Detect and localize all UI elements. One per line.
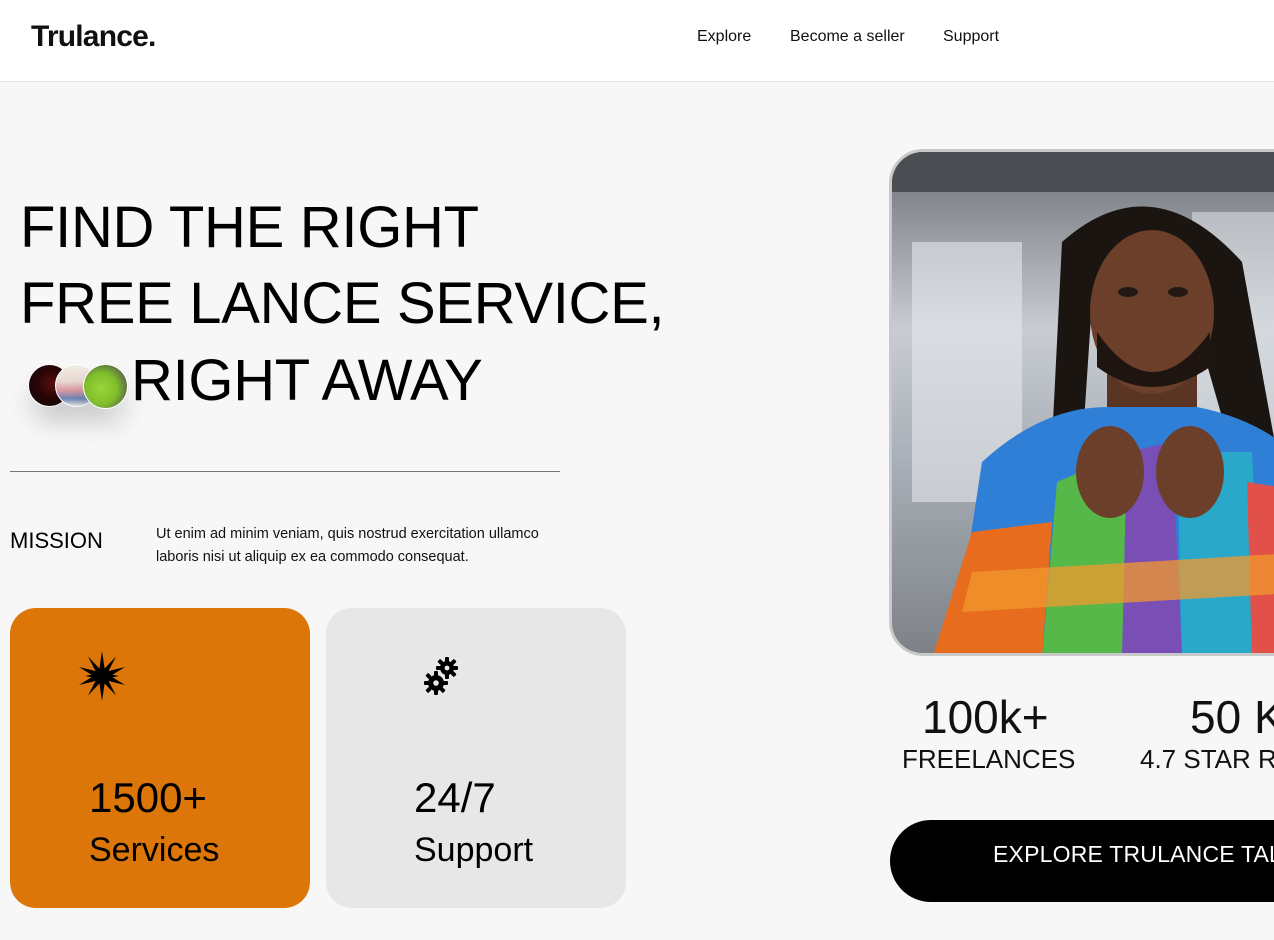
hero-headline-line-2: FREE LANCE SERVICE, (20, 271, 665, 336)
ratings-count: 50 K (1190, 691, 1274, 743)
hero-headline-line-1: FIND THE RIGHT (20, 195, 479, 260)
section-divider (10, 471, 560, 472)
nav-link-explore[interactable]: Explore (697, 28, 751, 46)
services-card: 1500+ Services (10, 608, 310, 908)
mission-label: MISSION (10, 528, 103, 553)
explore-talent-button-label: EXPLORE TRULANCE TALE (993, 841, 1274, 867)
support-card: 24/7 Support (326, 608, 626, 908)
gear-cluster-icon (423, 656, 461, 701)
mission-text: Ut enim ad minim veniam, quis nostrud ex… (156, 526, 539, 565)
brand-logo[interactable]: Trulance. (31, 20, 156, 54)
nav-link-support[interactable]: Support (943, 28, 999, 46)
avatar (83, 364, 128, 409)
nav-link-become-seller[interactable]: Become a seller (790, 28, 905, 46)
explore-talent-button[interactable]: EXPLORE TRULANCE TALE (890, 820, 1274, 902)
support-label: Support (414, 831, 534, 869)
services-count: 1500+ (89, 774, 207, 821)
hero-headline-line-3: RIGHT AWAY (131, 348, 483, 413)
top-navbar: Trulance. Explore Become a seller Suppor… (0, 0, 1274, 82)
starburst-icon (76, 650, 128, 707)
hero-portrait-photo (889, 149, 1274, 656)
ratings-label: 4.7 STAR R (1140, 744, 1274, 774)
support-hours: 24/7 (414, 774, 496, 821)
freelancer-avatar-stack (28, 364, 128, 409)
freelancers-count: 100k+ (922, 691, 1049, 743)
services-label: Services (89, 831, 220, 869)
freelancers-label: FREELANCES (902, 744, 1076, 774)
